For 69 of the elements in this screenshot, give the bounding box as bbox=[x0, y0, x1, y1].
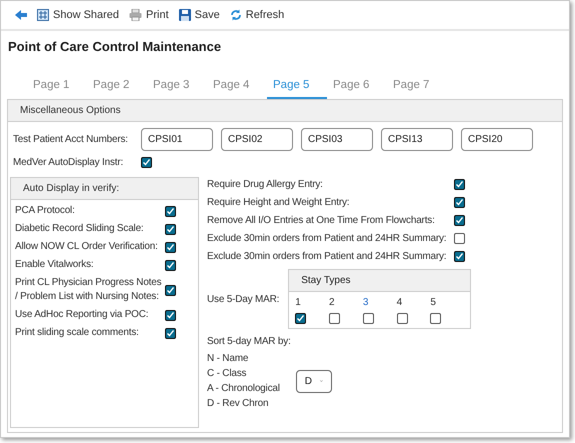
checkbox[interactable] bbox=[165, 260, 176, 270]
input-field[interactable]: CPSI13 bbox=[381, 128, 453, 151]
checkbox[interactable] bbox=[454, 251, 465, 262]
checkbox[interactable] bbox=[141, 157, 152, 168]
option-label: Diabetic Record Sliding Scale: bbox=[15, 222, 145, 236]
sort-option-label: D - Rev Chron bbox=[207, 397, 270, 410]
field-label: MedVer AutoDisplay Instr: bbox=[13, 157, 124, 168]
column-label: 5 bbox=[430, 297, 437, 308]
checkbox[interactable] bbox=[454, 215, 465, 226]
toolbar-button[interactable]: Save bbox=[178, 9, 220, 21]
column-label: 1 bbox=[295, 297, 302, 308]
checkbox[interactable] bbox=[396, 313, 408, 324]
checkbox[interactable] bbox=[165, 310, 176, 320]
chevron-down-icon bbox=[320, 379, 323, 383]
tab[interactable]: Page 4 bbox=[207, 76, 267, 99]
toolbar-button[interactable]: Show Shared bbox=[37, 9, 120, 21]
field-label: Test Patient Acct Numbers: bbox=[13, 134, 129, 145]
option-label: Exclude 30min orders from Patient and 24HR Summary: bbox=[207, 233, 446, 244]
option-label: Remove All I/O Entries at One Time From Flowcharts: bbox=[207, 215, 435, 226]
back-arrow-icon bbox=[15, 10, 27, 20]
checkbox[interactable] bbox=[430, 313, 442, 324]
tab[interactable]: Page 2 bbox=[87, 76, 147, 99]
option-label: Enable Vitalworks: bbox=[15, 258, 94, 272]
option-label: Allow NOW CL Order Verification: bbox=[15, 240, 159, 254]
checkbox[interactable] bbox=[329, 313, 340, 324]
grid-icon bbox=[37, 9, 49, 21]
column-label: 4 bbox=[396, 297, 404, 308]
tab[interactable]: Page 7 bbox=[387, 76, 447, 99]
checkbox[interactable] bbox=[362, 313, 374, 324]
field-label: Sort 5-day MAR by: bbox=[207, 335, 292, 349]
input-field[interactable]: CPSI20 bbox=[461, 128, 533, 151]
printer-icon bbox=[129, 9, 142, 21]
checkbox[interactable] bbox=[165, 328, 176, 338]
checkbox[interactable] bbox=[165, 242, 176, 252]
field-label: Use 5-Day MAR: bbox=[207, 294, 280, 304]
option-label: Print sliding scale comments: bbox=[15, 326, 140, 340]
section-header: Auto Display in verify: bbox=[11, 178, 198, 200]
input-field[interactable]: CPSI01 bbox=[141, 128, 213, 151]
page-title: Point of Care Control Maintenance bbox=[7, 38, 222, 54]
tab[interactable]: Page 3 bbox=[147, 76, 207, 99]
refresh-icon bbox=[230, 9, 242, 21]
input-field[interactable]: CPSI02 bbox=[221, 128, 293, 151]
tab[interactable]: Page 1 bbox=[27, 76, 87, 99]
section-header: Miscellaneous Options bbox=[8, 100, 562, 122]
option-label: Require Height and Weight Entry: bbox=[207, 197, 350, 208]
tab[interactable]: Page 6 bbox=[327, 76, 387, 99]
option-label: Print CL Physician Progress Notes / Problem List with Nursing Notes: bbox=[15, 276, 162, 304]
toolbar-button[interactable]: Print bbox=[129, 9, 169, 21]
sort-option-label: A - Chronological bbox=[207, 382, 280, 395]
option-label: Use AdHoc Reporting via POC: bbox=[15, 308, 150, 322]
column-label: 2 bbox=[329, 297, 336, 308]
input-field[interactable]: CPSI03 bbox=[301, 128, 373, 151]
sort-option-label: N - Name bbox=[207, 352, 250, 365]
option-label: PCA Protocol: bbox=[15, 204, 76, 218]
checkbox[interactable] bbox=[165, 224, 176, 234]
checkbox[interactable] bbox=[165, 284, 176, 296]
sort-option-label: C - Class bbox=[207, 367, 248, 380]
sort-dropdown[interactable]: D bbox=[296, 370, 332, 392]
checkbox[interactable] bbox=[295, 313, 306, 324]
option-label: Exclude 30min orders from Patient and 24HR Summary: bbox=[207, 251, 446, 262]
checkbox[interactable] bbox=[165, 206, 176, 216]
checkbox[interactable] bbox=[454, 233, 465, 244]
checkbox[interactable] bbox=[454, 179, 465, 190]
checkbox[interactable] bbox=[454, 197, 465, 208]
option-label: Require Drug Allergy Entry: bbox=[207, 179, 323, 190]
section-header: Stay Types bbox=[289, 270, 470, 292]
toolbar-button[interactable]: Refresh bbox=[230, 9, 284, 21]
back-button[interactable] bbox=[15, 10, 27, 20]
column-label: 3 bbox=[362, 297, 370, 308]
